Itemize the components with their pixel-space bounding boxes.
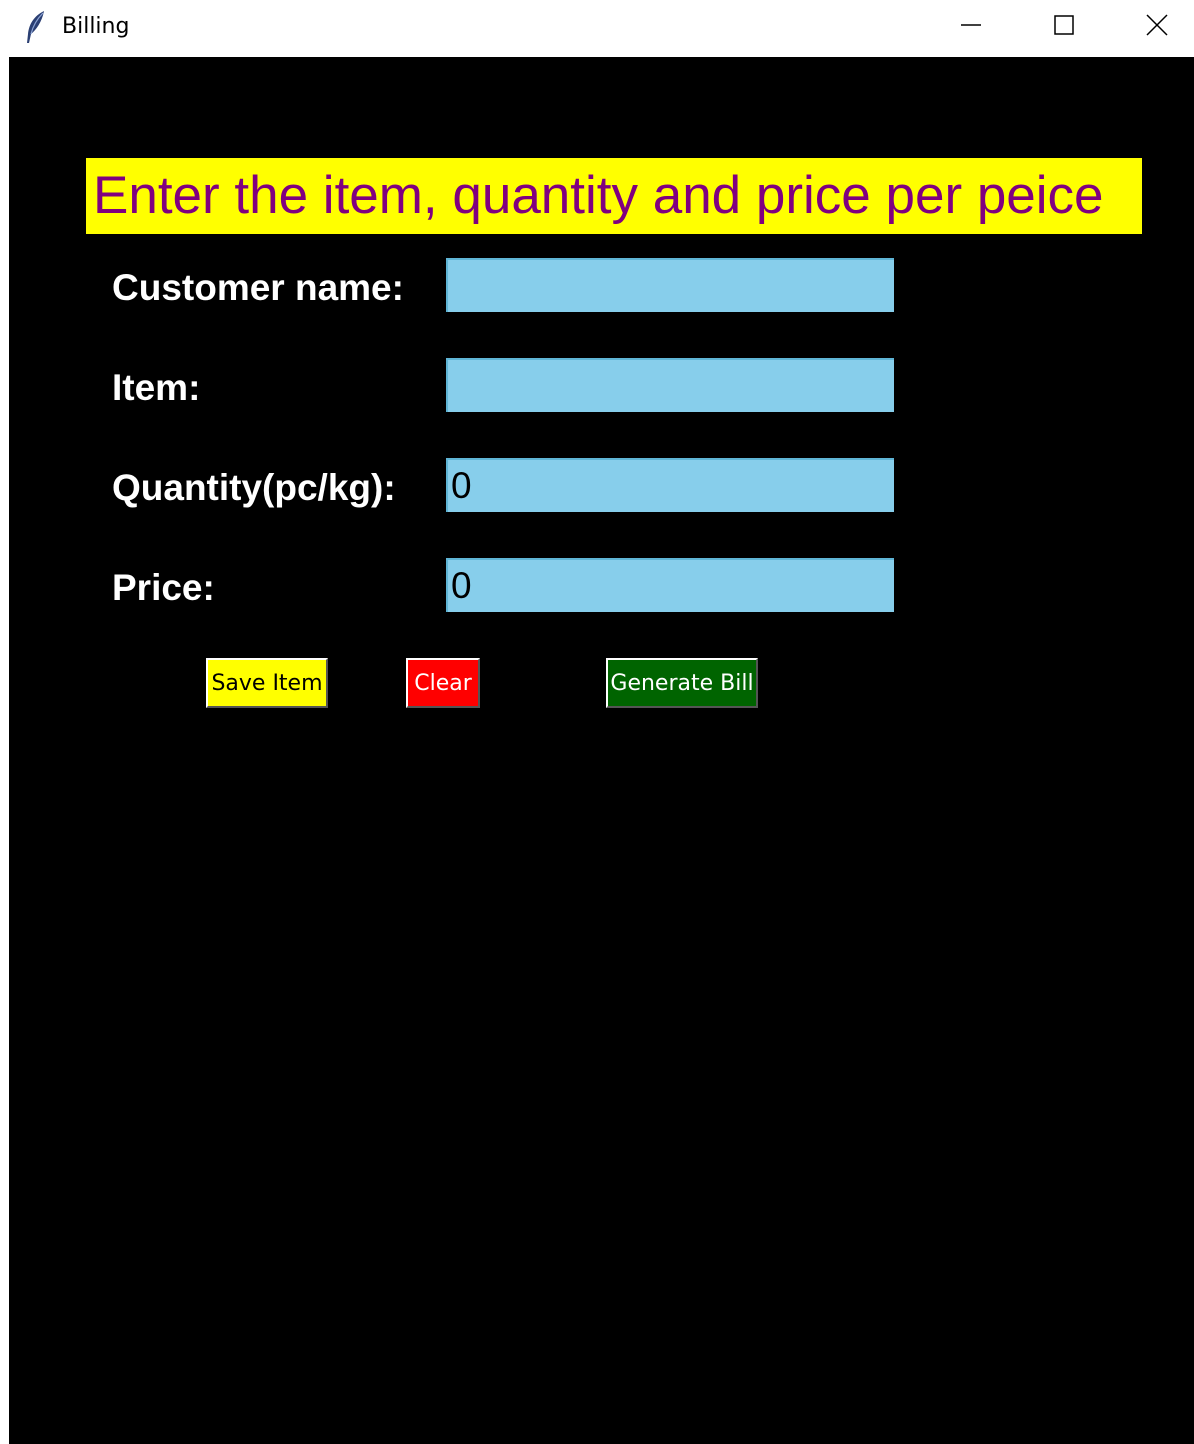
close-button[interactable] [1110,0,1194,54]
title-bar[interactable]: Billing [0,0,1194,57]
quantity-input[interactable] [446,458,894,512]
app-window: Billing Enter the item, quantity and pri… [0,0,1194,1444]
clear-button[interactable]: Clear [406,658,480,708]
save-item-button[interactable]: Save Item [206,658,328,708]
quantity-label: Quantity(pc/kg): [112,467,396,508]
price-label: Price: [112,567,215,608]
minimize-button[interactable] [924,0,1017,54]
feather-icon [24,10,48,44]
customer-name-label: Customer name: [112,267,404,308]
maximize-button[interactable] [1017,0,1110,54]
customer-name-input[interactable] [446,258,894,312]
item-input[interactable] [446,358,894,412]
item-label: Item: [112,367,201,408]
window-title: Billing [62,14,130,39]
price-input[interactable] [446,558,894,612]
instruction-banner: Enter the item, quantity and price per p… [86,158,1142,234]
maximize-icon [1053,14,1074,40]
minimize-icon [960,15,981,40]
generate-bill-button[interactable]: Generate Bill [606,658,758,708]
close-icon [1145,13,1168,41]
